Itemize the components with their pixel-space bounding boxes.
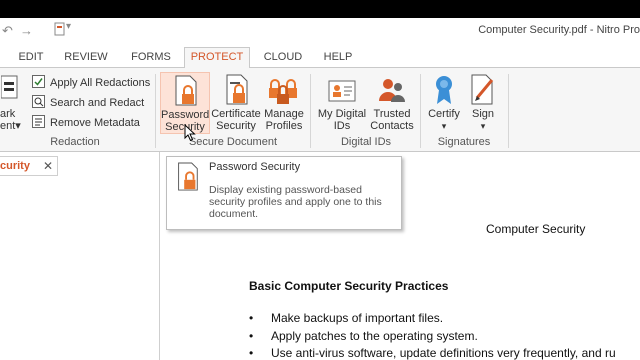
password-lock-icon <box>178 162 198 191</box>
list-item: • Apply patches to the operating system. <box>249 329 478 343</box>
divider <box>420 74 421 148</box>
divider <box>508 74 509 148</box>
mouse-cursor-icon <box>184 124 196 142</box>
sign-dropdown-icon[interactable]: ▾ <box>464 120 502 132</box>
list-item-text: Use anti-virus software, update definiti… <box>271 346 616 360</box>
document-tab[interactable]: curity ✕ <box>0 156 58 176</box>
trusted-contacts-icon <box>379 79 405 102</box>
mark-redaction-icon <box>1 75 18 99</box>
trusted-label-line2: Contacts <box>370 120 414 132</box>
quick-access-dropdown-icon[interactable]: ▾ <box>66 21 71 32</box>
tab-cloud[interactable]: CLOUD <box>258 48 308 68</box>
my-digital-ids-button[interactable]: My Digital IDs <box>316 72 368 134</box>
certify-label: Certify <box>428 108 460 120</box>
mark-redaction-button[interactable]: ark ent▾ <box>0 72 24 134</box>
close-tab-icon[interactable]: ✕ <box>43 157 53 175</box>
sign-button[interactable]: Sign ▾ <box>464 72 502 134</box>
certificate-label-line1: Certificate <box>211 108 261 120</box>
tooltip-title: Password Security <box>209 161 301 173</box>
search-and-redact-button[interactable]: Search and Redact <box>32 94 144 112</box>
tab-forms[interactable]: FORMS <box>124 48 178 68</box>
my-ids-label-line2: IDs <box>333 120 351 132</box>
title-bar: ↶ → ▾ Computer Security.pdf - Nitro Pro <box>0 18 640 44</box>
secure-document-group-label: Secure Document <box>188 136 278 148</box>
document-title: Computer Security <box>486 222 586 236</box>
mark-label-line2: ent▾ <box>0 120 21 132</box>
ribbon: ark ent▾ Apply All Redactions Search and… <box>0 68 640 152</box>
divider <box>155 74 156 148</box>
document-tab-label: curity <box>0 160 30 172</box>
manage-profiles-button[interactable]: Manage Profiles <box>262 72 306 134</box>
document-heading: Basic Computer Security Practices <box>249 279 449 293</box>
apply-all-redactions-button[interactable]: Apply All Redactions <box>32 74 150 92</box>
apply-all-label: Apply All Redactions <box>50 77 151 89</box>
redo-icon[interactable]: → <box>20 23 33 38</box>
trusted-label-line1: Trusted <box>373 108 411 120</box>
certificate-security-button[interactable]: Certificate Security <box>211 72 261 134</box>
mark-label-line1: ark <box>0 108 16 120</box>
manage-label-line1: Manage <box>264 108 304 120</box>
tab-help[interactable]: HELP <box>318 48 358 68</box>
certificate-lock-icon <box>226 74 248 105</box>
certify-dropdown-icon[interactable]: ▾ <box>426 120 462 132</box>
tab-protect[interactable]: PROTECT <box>184 47 250 69</box>
screen-top-bar <box>0 0 640 18</box>
certificate-label-line2: Security <box>216 120 256 132</box>
remove-metadata-icon <box>32 115 45 128</box>
remove-metadata-button[interactable]: Remove Metadata <box>32 114 140 132</box>
apply-redactions-icon <box>32 75 45 88</box>
manage-profiles-icon <box>269 79 297 104</box>
signatures-group-label: Signatures <box>437 136 491 148</box>
divider <box>310 74 311 148</box>
window-title: Computer Security.pdf - Nitro Pro <box>478 24 640 36</box>
certify-button[interactable]: Certify ▾ <box>426 72 462 134</box>
search-redact-icon <box>32 95 45 108</box>
manage-label-line2: Profiles <box>265 120 303 132</box>
left-pane <box>0 152 160 360</box>
ribbon-tabs: EDIT REVIEW FORMS PROTECT CLOUD HELP <box>0 44 640 69</box>
password-label-line1: Password <box>161 109 210 121</box>
sign-pen-icon <box>471 74 494 105</box>
quick-access-doc-icon[interactable] <box>54 22 66 39</box>
tab-review[interactable]: REVIEW <box>58 48 114 68</box>
digital-ids-group-label: Digital IDs <box>340 136 392 148</box>
tab-edit[interactable]: EDIT <box>10 48 52 68</box>
my-ids-label-line1: My Digital <box>317 108 367 120</box>
password-lock-icon <box>175 75 197 106</box>
sign-label: Sign <box>471 108 495 120</box>
password-security-tooltip: Password Security Display existing passw… <box>166 156 402 230</box>
digital-id-card-icon <box>328 80 356 102</box>
list-item-text: Make backups of important files. <box>271 311 444 325</box>
certify-ribbon-icon <box>436 76 452 104</box>
list-item-text: Apply patches to the operating system. <box>271 329 478 343</box>
undo-icon[interactable]: ↶ <box>2 23 13 39</box>
search-redact-label: Search and Redact <box>50 97 145 109</box>
tooltip-description: Display existing password-based security… <box>209 184 382 220</box>
list-item: • Make backups of important files. <box>249 311 444 325</box>
list-item: • Use anti-virus software, update definit… <box>249 346 616 360</box>
trusted-contacts-button[interactable]: Trusted Contacts <box>368 72 416 134</box>
remove-metadata-label: Remove Metadata <box>50 117 140 129</box>
redaction-group-label: Redaction <box>50 136 100 148</box>
